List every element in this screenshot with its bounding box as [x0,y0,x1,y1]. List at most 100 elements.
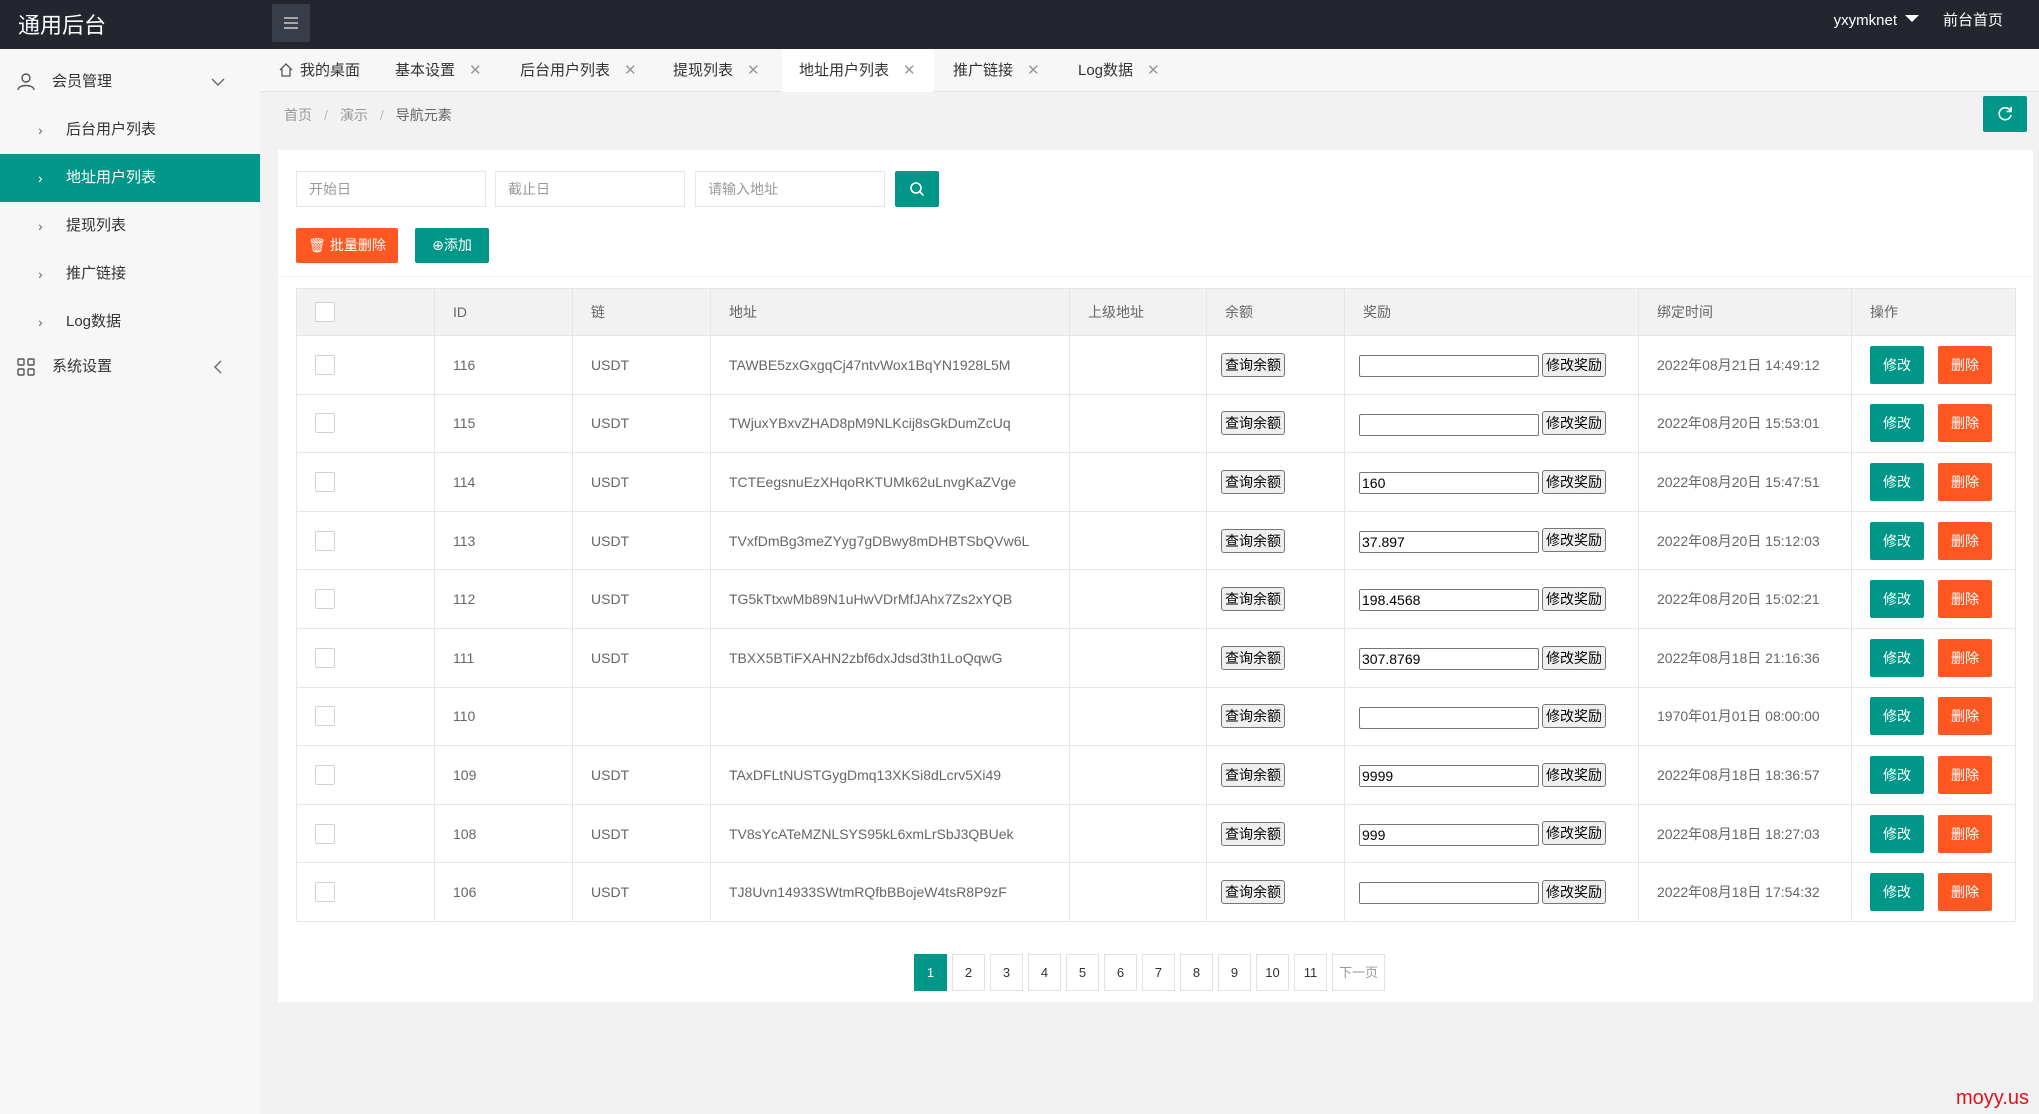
breadcrumb-home[interactable]: 首页 [284,107,312,123]
query-balance-button[interactable]: 查询余额 [1221,762,1285,787]
reward-input[interactable]: 160 [1359,472,1539,495]
reward-input[interactable] [1359,413,1539,436]
delete-button[interactable]: 删除 [1938,462,1992,501]
app-logo[interactable]: 通用后台 [18,8,106,40]
menu-toggle-button[interactable] [272,4,310,42]
delete-button[interactable]: 删除 [1938,580,1992,619]
delete-button[interactable]: 删除 [1938,404,1992,443]
modify-reward-button[interactable]: 修改奖励 [1542,587,1606,612]
modify-reward-button[interactable]: 修改奖励 [1542,469,1606,494]
page-11-button[interactable]: 11 [1294,954,1327,991]
select-all-checkbox[interactable] [315,302,335,322]
tab-basic-settings[interactable]: 基本设置 ✕ [395,49,482,92]
page-10-button[interactable]: 10 [1256,954,1289,991]
next-page-button[interactable]: 下一页 [1332,954,1386,991]
edit-button[interactable]: 修改 [1870,345,1924,384]
modify-reward-button[interactable]: 修改奖励 [1542,645,1606,670]
edit-button[interactable]: 修改 [1870,580,1924,619]
close-icon[interactable]: ✕ [624,62,637,79]
end-date-input[interactable]: 截止日 [495,171,685,207]
reward-input[interactable]: 9999 [1359,765,1539,788]
row-checkbox[interactable] [315,823,335,844]
refresh-button[interactable] [1983,96,2027,132]
row-checkbox[interactable] [315,530,335,551]
query-balance-button[interactable]: 查询余额 [1221,352,1285,377]
row-checkbox[interactable] [315,471,335,492]
edit-button[interactable]: 修改 [1870,755,1924,794]
delete-button[interactable]: 删除 [1938,814,1992,853]
user-menu[interactable]: yxymknet [1834,0,1919,49]
address-search-input[interactable]: 请输入地址 [695,171,885,207]
tab-withdrawals[interactable]: 提现列表 ✕ [673,49,760,92]
tab-log-data[interactable]: Log数据 ✕ [1078,49,1160,92]
row-checkbox[interactable] [315,413,335,434]
modify-reward-button[interactable]: 修改奖励 [1542,879,1606,904]
query-balance-button[interactable]: 查询余额 [1221,469,1285,494]
reward-input[interactable] [1359,882,1539,905]
search-button[interactable] [895,171,939,207]
reward-input[interactable]: 198.4568 [1359,589,1539,612]
reward-input[interactable]: 307.8769 [1359,647,1539,670]
delete-button[interactable]: 删除 [1938,521,1992,560]
query-balance-button[interactable]: 查询余额 [1221,411,1285,436]
sidebar-group-member[interactable]: 会员管理 [0,58,260,106]
delete-button[interactable]: 删除 [1938,638,1992,677]
row-checkbox[interactable] [315,706,335,727]
query-balance-button[interactable]: 查询余额 [1221,528,1285,553]
modify-reward-button[interactable]: 修改奖励 [1542,352,1606,377]
reward-input[interactable] [1359,354,1539,377]
query-balance-button[interactable]: 查询余额 [1221,645,1285,670]
close-icon[interactable]: ✕ [1147,62,1160,79]
query-balance-button[interactable]: 查询余额 [1221,821,1285,846]
delete-button[interactable]: 删除 [1938,873,1992,912]
edit-button[interactable]: 修改 [1870,814,1924,853]
front-home-link[interactable]: 前台首页 [1943,0,2003,49]
modify-reward-button[interactable]: 修改奖励 [1542,411,1606,436]
tab-desktop[interactable]: 我的桌面 [278,49,360,92]
batch-delete-button[interactable]: 🗑︎ 批量删除 [296,228,398,263]
close-icon[interactable]: ✕ [469,62,482,79]
edit-button[interactable]: 修改 [1870,462,1924,501]
edit-button[interactable]: 修改 [1870,521,1924,560]
page-2-button[interactable]: 2 [952,954,985,991]
page-8-button[interactable]: 8 [1180,954,1213,991]
modify-reward-button[interactable]: 修改奖励 [1542,704,1606,729]
sidebar-item-log-data[interactable]: › Log数据 [0,298,260,346]
page-5-button[interactable]: 5 [1066,954,1099,991]
tab-admin-users[interactable]: 后台用户列表 ✕ [520,49,637,92]
sidebar-item-withdrawals[interactable]: › 提现列表 [0,202,260,250]
reward-input[interactable]: 37.897 [1359,530,1539,553]
row-checkbox[interactable] [315,882,335,903]
modify-reward-button[interactable]: 修改奖励 [1542,528,1606,553]
sidebar-item-promo-links[interactable]: › 推广链接 [0,250,260,298]
row-checkbox[interactable] [315,647,335,668]
tab-promo-links[interactable]: 推广链接 ✕ [953,49,1040,92]
reward-input[interactable]: 999 [1359,823,1539,846]
add-button[interactable]: ⊕添加 [415,228,489,263]
sidebar-item-admin-users[interactable]: › 后台用户列表 [0,106,260,154]
page-9-button[interactable]: 9 [1218,954,1251,991]
edit-button[interactable]: 修改 [1870,873,1924,912]
delete-button[interactable]: 删除 [1938,697,1992,736]
edit-button[interactable]: 修改 [1870,697,1924,736]
row-checkbox[interactable] [315,354,335,375]
close-icon[interactable]: ✕ [747,62,760,79]
row-checkbox[interactable] [315,589,335,610]
delete-button[interactable]: 删除 [1938,755,1992,794]
breadcrumb-demo[interactable]: 演示 [340,107,368,123]
page-6-button[interactable]: 6 [1104,954,1137,991]
sidebar-group-settings[interactable]: 系统设置 [0,346,260,388]
page-7-button[interactable]: 7 [1142,954,1175,991]
start-date-input[interactable]: 开始日 [296,171,486,207]
page-4-button[interactable]: 4 [1028,954,1061,991]
modify-reward-button[interactable]: 修改奖励 [1542,762,1606,787]
edit-button[interactable]: 修改 [1870,638,1924,677]
row-checkbox[interactable] [315,764,335,785]
query-balance-button[interactable]: 查询余额 [1221,880,1285,905]
close-icon[interactable]: ✕ [903,62,916,79]
sidebar-item-address-users[interactable]: › 地址用户列表 [0,154,260,202]
query-balance-button[interactable]: 查询余额 [1221,704,1285,729]
delete-button[interactable]: 删除 [1938,345,1992,384]
close-icon[interactable]: ✕ [1027,62,1040,79]
page-1-button[interactable]: 1 [914,954,947,991]
